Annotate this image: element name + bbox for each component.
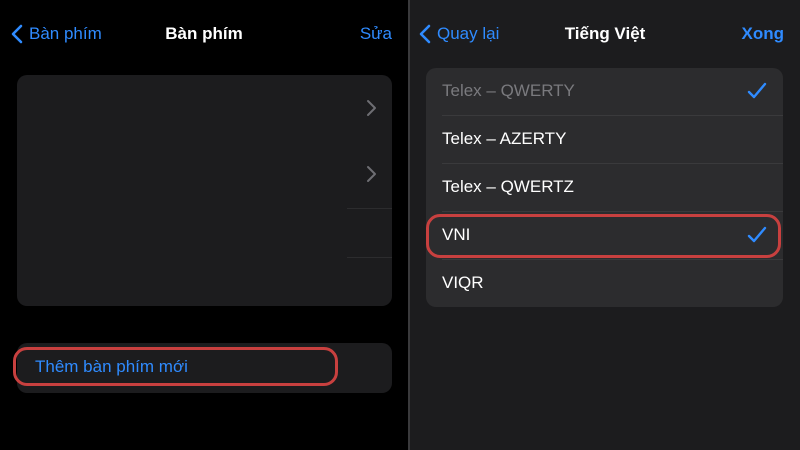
keyboard-row[interactable]: [17, 141, 392, 207]
layout-label: Telex – QWERTY: [442, 81, 575, 100]
chevron-right-icon: [367, 166, 376, 182]
layout-label: VIQR: [442, 273, 484, 292]
keyboard-row[interactable]: [17, 209, 392, 257]
layout-option-viqr[interactable]: VIQR: [426, 260, 783, 307]
highlight-box: [426, 214, 781, 258]
chevron-right-icon: [367, 100, 376, 116]
keyboard-row[interactable]: [17, 75, 392, 141]
edit-button[interactable]: Sửa: [360, 22, 392, 46]
highlight-box: [13, 347, 338, 386]
layout-label: Telex – QWERTZ: [442, 177, 574, 196]
page-title: Bàn phím: [165, 24, 243, 43]
keyboards-screen: Bàn phím Bàn phím Sửa Thêm bàn phím mới: [0, 0, 408, 450]
layout-option-telex-azerty[interactable]: Telex – AZERTY: [426, 116, 783, 164]
keyboard-list: [17, 75, 392, 306]
layout-option-telex-qwerty[interactable]: Telex – QWERTY: [426, 68, 783, 116]
done-button[interactable]: Xong: [742, 22, 785, 46]
layout-label: Telex – AZERTY: [442, 129, 567, 148]
vietnamese-layout-screen: Quay lại Tiếng Việt Xong Telex – QWERTY …: [410, 0, 800, 450]
layout-list: Telex – QWERTY Telex – AZERTY Telex – QW…: [426, 68, 783, 307]
row-separator: [347, 257, 392, 258]
checkmark-icon: [747, 82, 767, 99]
layout-option-telex-qwertz[interactable]: Telex – QWERTZ: [426, 164, 783, 212]
